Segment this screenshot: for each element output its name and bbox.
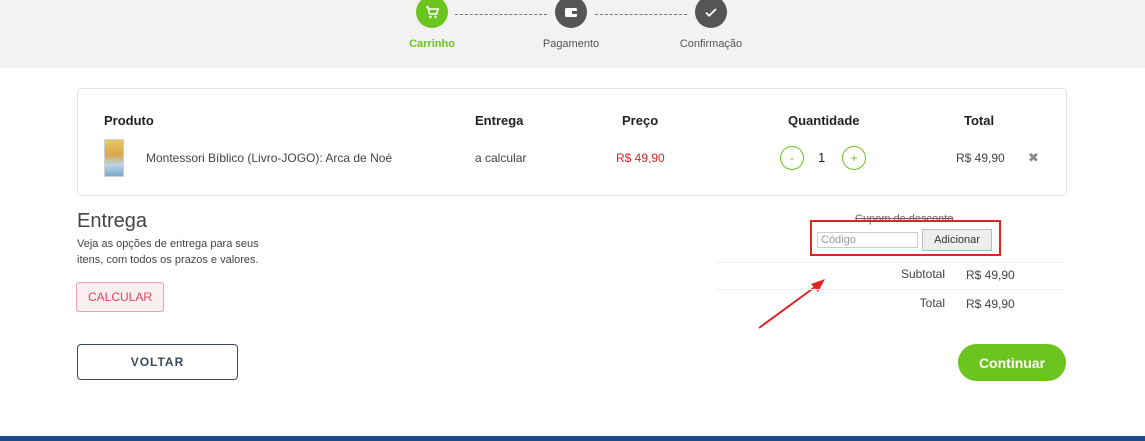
subtotal-label: Subtotal <box>900 267 945 281</box>
annotation-arrow-icon <box>758 279 825 329</box>
row-total-value: R$ 49,90 <box>956 151 1005 165</box>
header-total: Total <box>964 113 995 128</box>
quantity-value: 1 <box>818 150 826 165</box>
back-button[interactable]: VOLTAR <box>77 344 238 380</box>
step-payment: Pagamento <box>511 0 631 50</box>
subtotal-value: R$ 49,90 <box>966 268 1015 282</box>
step-payment-label: Pagamento <box>542 38 600 50</box>
total-label: Total <box>919 296 945 310</box>
price-value: R$ 49,90 <box>616 151 665 165</box>
delivery-value: a calcular <box>475 151 527 165</box>
quantity-plus-button[interactable]: + <box>842 146 866 170</box>
summary-divider <box>715 289 1065 290</box>
step-cart: Carrinho <box>372 0 492 50</box>
coupon-code-input[interactable] <box>817 232 918 248</box>
step-confirmation-label: Confirmação <box>679 38 743 50</box>
delivery-description: Veja as opções de entrega para seus iten… <box>77 238 259 266</box>
check-icon <box>695 0 727 28</box>
quantity-minus-button[interactable]: - <box>780 146 804 170</box>
footer-bar <box>0 436 1145 441</box>
continue-button[interactable]: Continuar <box>958 344 1066 381</box>
calculate-shipping-button[interactable]: CALCULAR <box>76 282 164 312</box>
cart-icon <box>416 0 448 28</box>
wallet-icon <box>555 0 587 28</box>
coupon-add-button[interactable]: Adicionar <box>922 229 992 251</box>
checkout-steps: Carrinho Pagamento Confirmação <box>0 0 1145 68</box>
header-quantity: Quantidade <box>788 113 860 128</box>
header-product: Produto <box>104 113 154 128</box>
total-value: R$ 49,90 <box>966 297 1015 311</box>
remove-item-icon[interactable]: ✖ <box>1028 150 1039 166</box>
step-cart-label: Carrinho <box>409 38 455 50</box>
delivery-title: Entrega <box>77 210 148 232</box>
product-thumbnail[interactable] <box>104 139 124 177</box>
cart-table: Produto Entrega Preço Quantidade Total M… <box>77 88 1067 196</box>
step-confirmation: Confirmação <box>651 0 771 50</box>
product-name[interactable]: Montessori Bíblico (Livro-JOGO): Arca de… <box>146 151 392 165</box>
header-price: Preço <box>622 113 659 128</box>
header-delivery: Entrega <box>475 113 524 128</box>
summary-divider <box>715 262 1065 263</box>
